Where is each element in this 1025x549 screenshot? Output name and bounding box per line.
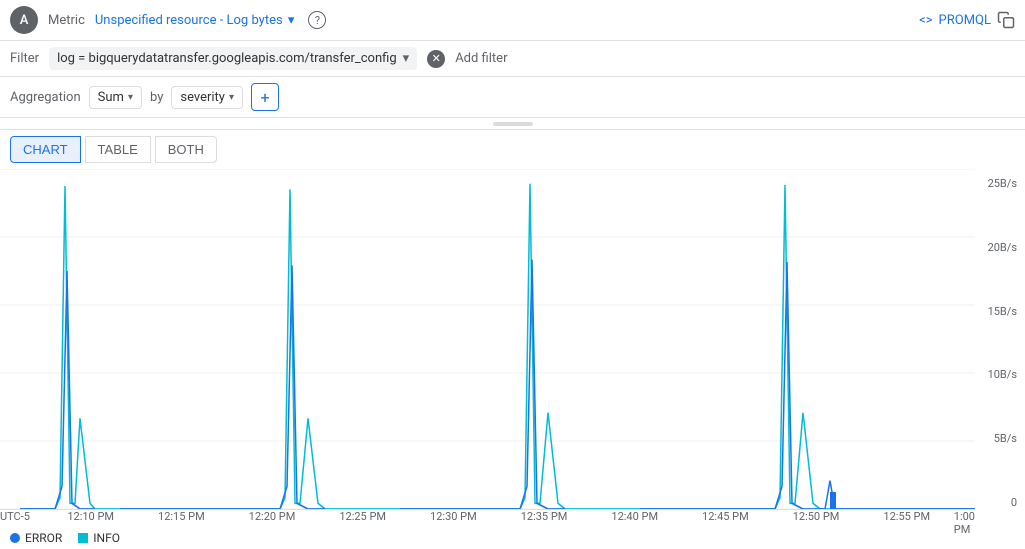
avatar: A <box>10 6 38 34</box>
bar-marker <box>830 492 836 509</box>
header-row: A Metric Unspecified resource - Log byte… <box>0 0 1025 41</box>
aggregation-row: Aggregation Sum ▾ by severity ▾ + <box>0 77 1025 118</box>
x-label-100: 1:00 PM <box>954 510 975 536</box>
x-label-1235: 12:35 PM <box>521 510 568 523</box>
filter-chip-dropdown-icon[interactable]: ▾ <box>403 51 410 66</box>
y-label-15: 15B/s <box>988 305 1017 318</box>
filter-chip-text: log = bigquerydatatransfer.googleapis.co… <box>57 51 397 66</box>
tab-chart[interactable]: CHART <box>10 136 81 163</box>
error-line-4 <box>640 262 975 509</box>
add-filter-button[interactable]: Add filter <box>455 51 507 66</box>
legend-error-dot <box>10 533 20 543</box>
x-label-1220: 12:20 PM <box>249 510 296 523</box>
y-label-10: 10B/s <box>988 368 1017 381</box>
y-axis: 25B/s 20B/s 15B/s 10B/s 5B/s 0 <box>988 177 1017 509</box>
x-label-1250: 12:50 PM <box>793 510 840 523</box>
y-label-20: 20B/s <box>988 241 1017 254</box>
legend-error: ERROR <box>10 531 62 545</box>
y-label-25: 25B/s <box>988 177 1017 190</box>
chart-svg <box>0 169 975 509</box>
filter-label: Filter <box>10 51 39 66</box>
severity-dropdown-icon: ▾ <box>229 92 234 103</box>
aggregation-label: Aggregation <box>10 90 81 105</box>
x-label-utc: UTC-5 <box>0 510 30 523</box>
error-line-1 <box>20 271 95 509</box>
divider-handle[interactable] <box>0 118 1025 130</box>
by-label: by <box>150 90 163 105</box>
legend-info-label: INFO <box>93 531 120 545</box>
tab-both[interactable]: BOTH <box>155 136 217 163</box>
sum-dropdown-icon: ▾ <box>128 92 133 103</box>
x-label-1215: 12:15 PM <box>158 510 205 523</box>
resize-handle[interactable] <box>493 122 533 126</box>
info-line-3 <box>400 184 640 509</box>
chart-area: 25B/s 20B/s 15B/s 10B/s 5B/s 0 <box>0 169 1025 509</box>
filter-chip[interactable]: log = bigquerydatatransfer.googleapis.co… <box>49 47 417 70</box>
x-label-1210: 12:10 PM <box>67 510 114 523</box>
x-label-1240: 12:40 PM <box>611 510 658 523</box>
x-axis: UTC-5 12:10 PM 12:15 PM 12:20 PM 12:25 P… <box>0 509 975 527</box>
metric-value-link[interactable]: Unspecified resource - Log bytes ▾ <box>95 13 295 28</box>
severity-select[interactable]: severity ▾ <box>171 86 243 109</box>
x-label-1225: 12:25 PM <box>339 510 386 523</box>
filter-row: Filter log = bigquerydatatransfer.google… <box>0 41 1025 77</box>
y-label-0: 0 <box>988 496 1017 509</box>
legend-info-square <box>78 533 88 543</box>
metric-label: Metric <box>48 13 85 28</box>
info-line-1 <box>20 186 120 509</box>
x-label-1255: 12:55 PM <box>883 510 930 523</box>
copy-icon[interactable] <box>997 11 1015 29</box>
legend-error-label: ERROR <box>25 531 62 545</box>
legend: ERROR INFO <box>0 527 1025 549</box>
y-label-5: 5B/s <box>988 432 1017 445</box>
promql-button[interactable]: <> PROMQL <box>919 11 1015 29</box>
filter-clear-button[interactable]: ✕ <box>427 50 445 68</box>
help-icon[interactable]: ? <box>308 11 326 29</box>
error-line-3 <box>400 260 565 509</box>
view-tabs: CHART TABLE BOTH <box>0 130 1025 169</box>
x-label-1245: 12:45 PM <box>702 510 749 523</box>
metric-dropdown-icon[interactable]: ▾ <box>288 13 295 28</box>
add-aggregation-button[interactable]: + <box>251 83 279 111</box>
info-line-2 <box>120 189 400 509</box>
legend-info: INFO <box>78 531 120 545</box>
sum-select[interactable]: Sum ▾ <box>89 86 142 109</box>
promql-brackets-icon: <> <box>919 13 932 28</box>
info-line-4 <box>640 185 975 509</box>
x-label-1230: 12:30 PM <box>430 510 477 523</box>
tab-table[interactable]: TABLE <box>85 136 151 163</box>
